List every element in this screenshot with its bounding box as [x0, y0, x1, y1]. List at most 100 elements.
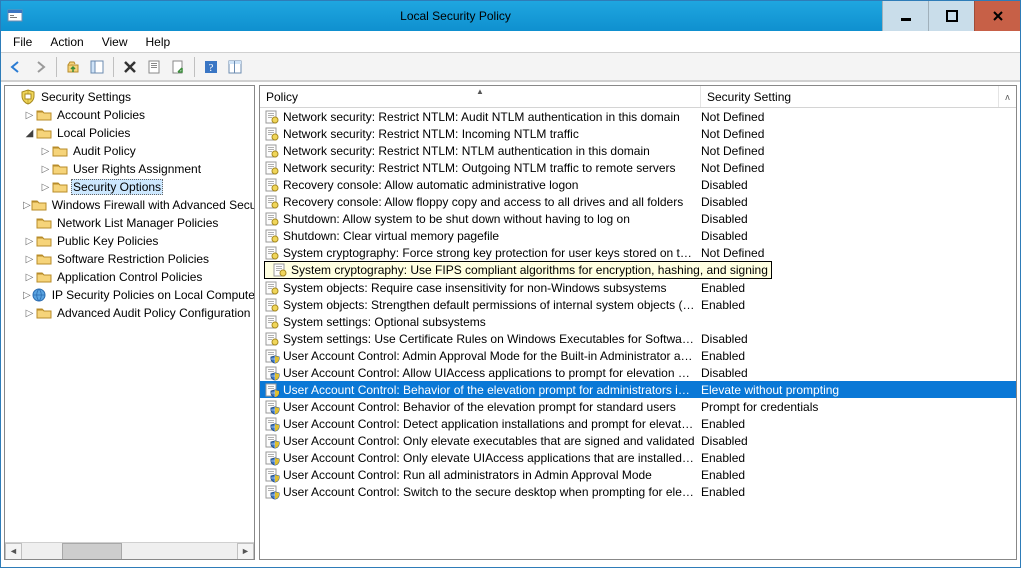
menu-action[interactable]: Action	[42, 33, 91, 51]
expand-icon[interactable]: ▷	[23, 200, 31, 211]
minimize-button[interactable]	[882, 1, 928, 31]
policy-row[interactable]: Network security: Restrict NTLM: Audit N…	[260, 108, 1016, 125]
tree-item[interactable]: ▷Application Control Policies	[5, 268, 254, 286]
policy-row[interactable]: Shutdown: Allow system to be shut down w…	[260, 210, 1016, 227]
policy-row[interactable]: Shutdown: Clear virtual memory pagefileD…	[260, 227, 1016, 244]
show-hide-tree-button[interactable]	[86, 56, 108, 78]
scroll-track[interactable]	[22, 543, 237, 560]
col-setting[interactable]: Security Setting	[701, 86, 999, 107]
policy-setting: Not Defined	[701, 144, 1016, 158]
policy-name: User Account Control: Admin Approval Mod…	[283, 349, 701, 363]
properties-button[interactable]	[143, 56, 165, 78]
policy-row[interactable]: User Account Control: Allow UIAccess app…	[260, 364, 1016, 381]
tooltip-text: System cryptography: Use FIPS compliant …	[291, 263, 768, 277]
scroll-left-button[interactable]: ◄	[5, 543, 22, 560]
maximize-button[interactable]	[928, 1, 974, 31]
export-button[interactable]	[167, 56, 189, 78]
policy-row[interactable]: User Account Control: Detect application…	[260, 415, 1016, 432]
policy-name: Recovery console: Allow automatic admini…	[283, 178, 701, 192]
ipsec-icon	[31, 287, 47, 303]
tree-item-label: Software Restriction Policies	[55, 252, 211, 266]
titlebar[interactable]: Local Security Policy	[1, 1, 1020, 31]
expand-icon[interactable]: ▷	[39, 164, 52, 175]
tree-item[interactable]: ▷Public Key Policies	[5, 232, 254, 250]
tree-item[interactable]: ▷IP Security Policies on Local Computer	[5, 286, 254, 304]
refresh-button[interactable]	[224, 56, 246, 78]
menubar: File Action View Help	[1, 31, 1020, 53]
forward-button[interactable]	[29, 56, 51, 78]
policy-name: User Account Control: Allow UIAccess app…	[283, 366, 701, 380]
delete-button[interactable]	[119, 56, 141, 78]
back-button[interactable]	[5, 56, 27, 78]
policy-row[interactable]: User Account Control: Admin Approval Mod…	[260, 347, 1016, 364]
col-policy-label: Policy	[266, 90, 298, 104]
policy-row[interactable]: User Account Control: Run all administra…	[260, 466, 1016, 483]
expand-icon[interactable]: ▷	[23, 236, 36, 247]
list-header: Policy ▲ Security Setting ʌ	[260, 86, 1016, 108]
tree-item[interactable]: ▷Audit Policy	[5, 142, 254, 160]
tree-hscroll[interactable]: ◄ ►	[5, 542, 254, 559]
uac-policy-icon	[264, 416, 280, 432]
expand-icon[interactable]: ▷	[39, 182, 52, 193]
policy-row[interactable]: Network security: Restrict NTLM: NTLM au…	[260, 142, 1016, 159]
security-tree[interactable]: Security Settings ▷ Account Policies ◢Local…	[5, 86, 254, 542]
menu-view[interactable]: View	[94, 33, 136, 51]
policy-row[interactable]: System settings: Use Certificate Rules o…	[260, 330, 1016, 347]
policy-row[interactable]: User Account Control: Only elevate UIAcc…	[260, 449, 1016, 466]
expand-icon[interactable]: ▷	[39, 146, 52, 157]
policy-row[interactable]: User Account Control: Only elevate execu…	[260, 432, 1016, 449]
scroll-thumb[interactable]	[62, 543, 122, 560]
expand-icon[interactable]: ▷	[23, 290, 31, 301]
tree-item[interactable]: ▷Windows Firewall with Advanced Security	[5, 196, 254, 214]
expand-icon[interactable]: ▷	[23, 272, 36, 283]
policy-row[interactable]: Recovery console: Allow floppy copy and …	[260, 193, 1016, 210]
uac-policy-icon	[264, 399, 280, 415]
col-policy[interactable]: Policy ▲	[260, 86, 701, 107]
scroll-right-button[interactable]: ►	[237, 543, 254, 560]
folder-icon	[52, 161, 68, 177]
policy-name: System settings: Optional subsystems	[283, 315, 701, 329]
tree-item[interactable]: Security Settings	[5, 88, 254, 106]
policy-icon	[264, 177, 280, 193]
policy-icon	[264, 194, 280, 210]
sort-asc-icon: ▲	[476, 87, 484, 96]
folder-icon	[36, 251, 52, 267]
tree-item[interactable]: Network List Manager Policies	[5, 214, 254, 232]
col-scroll-spacer[interactable]: ʌ	[999, 86, 1016, 107]
tree-item[interactable]: ▷ Account Policies	[5, 106, 254, 124]
policy-setting: Enabled	[701, 451, 1016, 465]
policy-row[interactable]: User Account Control: Behavior of the el…	[260, 381, 1016, 398]
policy-name: Network security: Restrict NTLM: Audit N…	[283, 110, 701, 124]
tree-item[interactable]: ▷Security Options	[5, 178, 254, 196]
expand-icon[interactable]: ▷	[23, 110, 36, 121]
toolbar-separator	[113, 57, 114, 77]
tree-item[interactable]: ◢Local Policies	[5, 124, 254, 142]
policy-setting: Disabled	[701, 366, 1016, 380]
up-button[interactable]	[62, 56, 84, 78]
expand-icon[interactable]: ▷	[23, 254, 36, 265]
tree-item[interactable]: ▷Advanced Audit Policy Configuration	[5, 304, 254, 322]
policy-row[interactable]: Network security: Restrict NTLM: Incomin…	[260, 125, 1016, 142]
policy-row[interactable]: Network security: Restrict NTLM: Outgoin…	[260, 159, 1016, 176]
policy-row[interactable]: System objects: Require case insensitivi…	[260, 279, 1016, 296]
expand-icon[interactable]: ▷	[23, 308, 36, 319]
tree-item[interactable]: ▷User Rights Assignment	[5, 160, 254, 178]
policy-icon	[264, 109, 280, 125]
collapse-icon[interactable]: ◢	[23, 128, 36, 139]
menu-help[interactable]: Help	[138, 33, 179, 51]
content-area: Security Settings ▷ Account Policies ◢Local…	[1, 81, 1020, 563]
close-button[interactable]	[974, 1, 1020, 31]
policy-row[interactable]: System objects: Strengthen default permi…	[260, 296, 1016, 313]
policy-row[interactable]: System cryptography: Force strong key pr…	[260, 244, 1016, 261]
policy-list[interactable]: Network security: Restrict NTLM: Audit N…	[260, 108, 1016, 559]
menu-file[interactable]: File	[5, 33, 40, 51]
tree-item[interactable]: ▷ Software Restriction Policies	[5, 250, 254, 268]
help-button[interactable]: ?	[200, 56, 222, 78]
policy-setting: Disabled	[701, 178, 1016, 192]
tree-item-label: Account Policies	[55, 108, 147, 122]
policy-icon	[272, 262, 288, 278]
policy-row[interactable]: User Account Control: Behavior of the el…	[260, 398, 1016, 415]
policy-row[interactable]: System settings: Optional subsystems	[260, 313, 1016, 330]
policy-row[interactable]: Recovery console: Allow automatic admini…	[260, 176, 1016, 193]
policy-row[interactable]: User Account Control: Switch to the secu…	[260, 483, 1016, 500]
